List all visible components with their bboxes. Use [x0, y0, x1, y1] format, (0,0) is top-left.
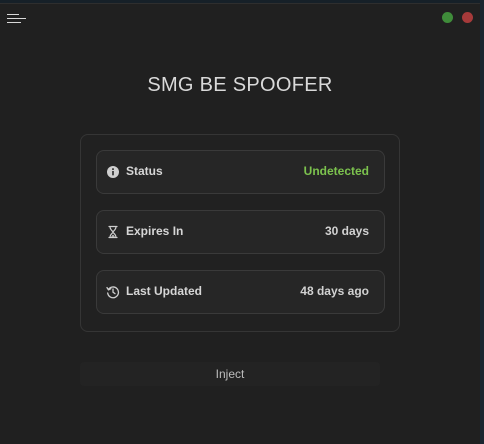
info-panel: Status Undetected Expires In 30 days Las…: [80, 134, 400, 332]
desktop-edge: [480, 0, 484, 444]
inject-button[interactable]: Inject: [80, 362, 380, 386]
info-icon: [107, 166, 119, 178]
hourglass-icon: [108, 225, 118, 239]
maximize-button[interactable]: [442, 12, 453, 23]
hamburger-icon-line-1: [7, 14, 19, 15]
status-row: Status Undetected: [96, 150, 385, 194]
last-updated-value: 48 days ago: [300, 284, 369, 298]
expires-row: Expires In 30 days: [96, 210, 385, 254]
app-title: SMG BE SPOOFER: [147, 74, 333, 96]
hamburger-icon-line-3: [7, 22, 21, 23]
expires-value: 30 days: [324, 224, 369, 238]
hamburger-icon-line-2: [7, 18, 26, 19]
close-button[interactable]: [462, 12, 473, 23]
history-icon: [106, 286, 120, 299]
last-updated-row: Last Updated 48 days ago: [96, 270, 385, 314]
status-label: Status: [126, 164, 163, 178]
menu-button[interactable]: [6, 10, 28, 26]
app-window: SMG BE SPOOFER Status Undetected Expires…: [0, 3, 480, 444]
status-value: Undetected: [303, 164, 369, 178]
expires-label: Expires In: [126, 224, 184, 238]
last-updated-label: Last Updated: [126, 284, 203, 298]
